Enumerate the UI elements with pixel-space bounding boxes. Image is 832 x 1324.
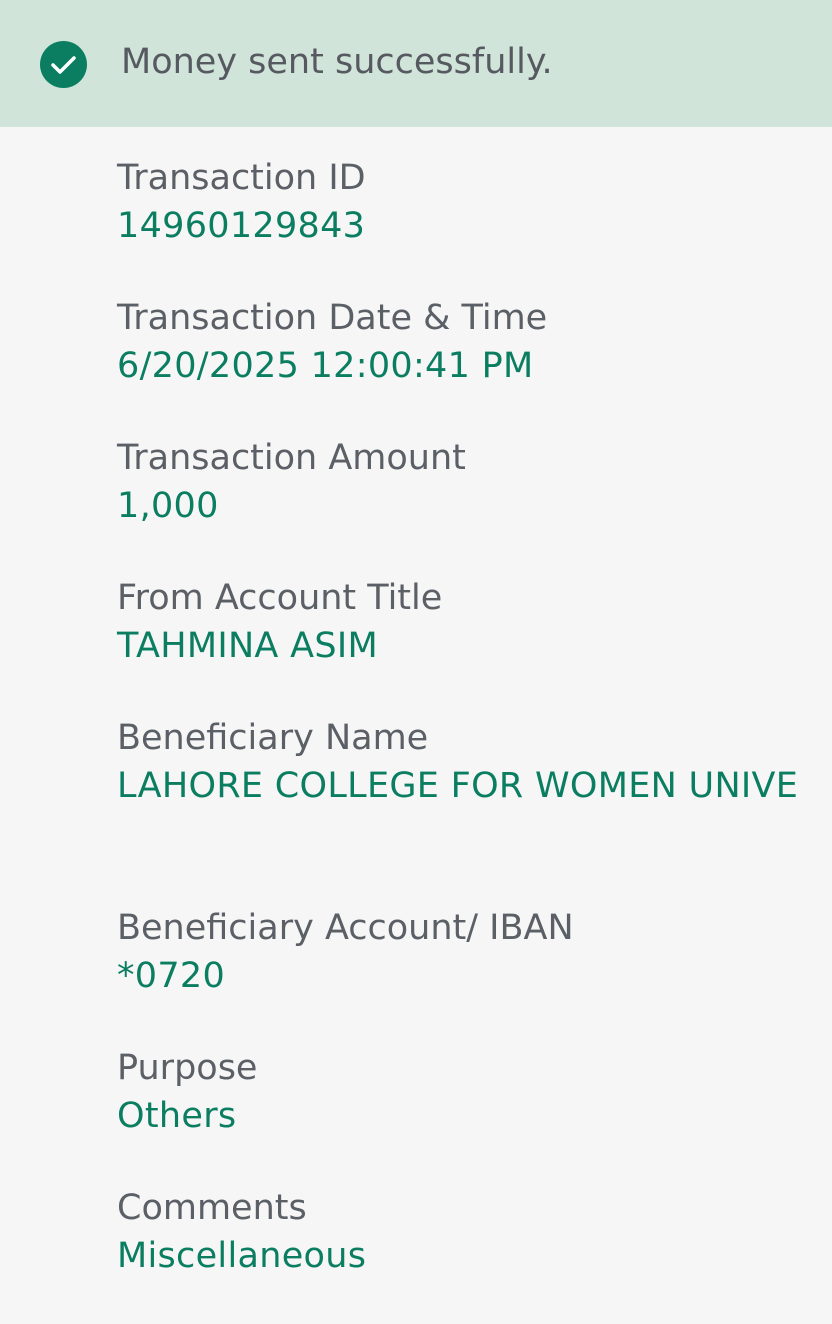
- detail-label: Transaction ID: [117, 158, 366, 198]
- detail-transaction-id: Transaction ID 14960129843: [117, 154, 807, 294]
- detail-transaction-date-time: Transaction Date & Time 6/20/2025 12:00:…: [117, 294, 807, 434]
- check-circle-icon: [40, 41, 87, 88]
- detail-purpose: Purpose Others: [117, 1044, 807, 1184]
- detail-label: Purpose: [117, 1048, 258, 1088]
- detail-beneficiary-account: Beneficiary Account/ IBAN *0720: [117, 904, 807, 1044]
- success-message: Money sent successfully.: [121, 42, 553, 82]
- transaction-details: Transaction ID 14960129843 Transaction D…: [117, 154, 807, 1324]
- detail-comments: Comments Miscellaneous: [117, 1184, 807, 1324]
- detail-from-account-title: From Account Title TAHMINA ASIM: [117, 574, 807, 714]
- detail-transaction-amount: Transaction Amount 1,000: [117, 434, 807, 574]
- detail-label: From Account Title: [117, 578, 443, 618]
- detail-value: 6/20/2025 12:00:41 PM: [117, 346, 534, 386]
- success-banner: Money sent successfully.: [0, 0, 832, 127]
- detail-value: TAHMINA ASIM: [117, 626, 378, 666]
- detail-label: Comments: [117, 1188, 307, 1228]
- detail-beneficiary-name: Beneficiary Name LAHORE COLLEGE FOR WOME…: [117, 714, 807, 904]
- detail-label: Transaction Date & Time: [117, 298, 548, 338]
- detail-value: 14960129843: [117, 206, 366, 246]
- detail-value: Miscellaneous: [117, 1236, 367, 1276]
- detail-value: *0720: [117, 956, 226, 996]
- detail-label: Beneficiary Name: [117, 718, 429, 758]
- detail-value: 1,000: [117, 486, 219, 526]
- detail-label: Transaction Amount: [117, 438, 466, 478]
- detail-label: Beneficiary Account/ IBAN: [117, 908, 574, 948]
- detail-value: Others: [117, 1096, 237, 1136]
- detail-value: LAHORE COLLEGE FOR WOMEN UNIVE: [117, 766, 799, 806]
